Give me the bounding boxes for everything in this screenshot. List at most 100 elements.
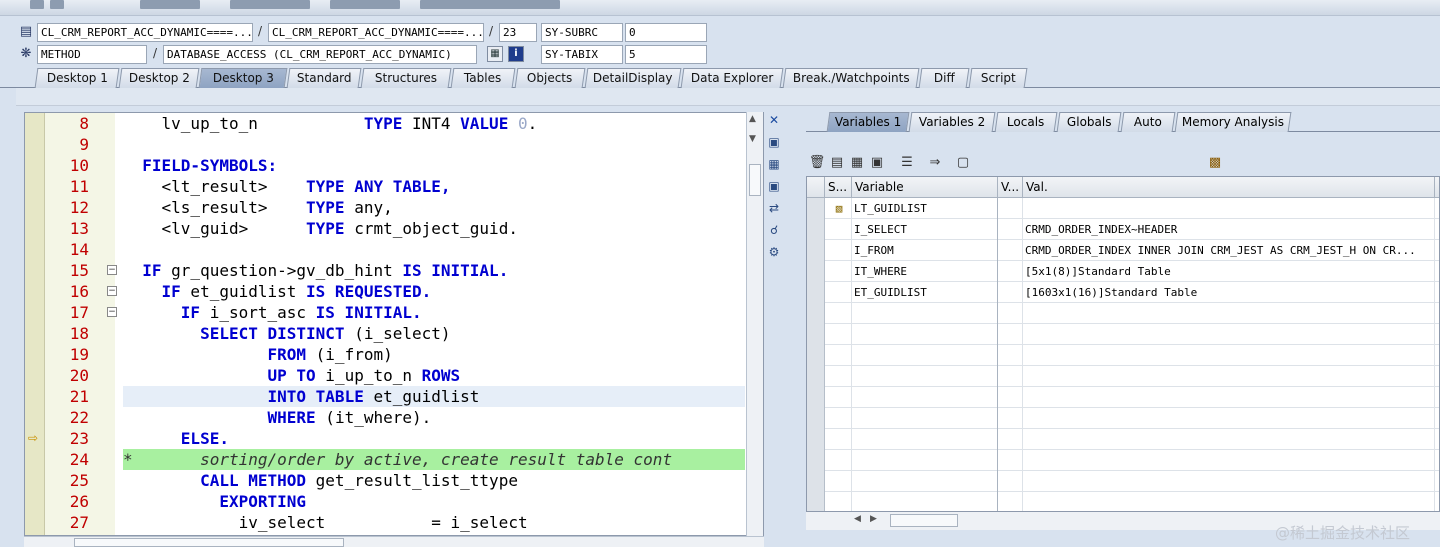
variable-value-cell[interactable] [1023,408,1435,429]
settings-icon[interactable]: ⚙ [766,244,782,260]
row-selector[interactable] [807,450,825,471]
new-tool-icon[interactable]: ▣ [766,134,782,150]
code-line[interactable]: <ls_result> TYPE any, [123,197,745,218]
code-line[interactable]: iv_select = i_select [123,512,745,533]
tab-standard[interactable]: Standard [286,68,362,88]
row-selector[interactable] [807,345,825,366]
row-selector[interactable] [807,366,825,387]
variable-value-cell[interactable] [1023,198,1435,219]
code-line[interactable]: EXPORTING [123,491,745,512]
toolbar-icon[interactable] [50,0,64,9]
code-line[interactable]: ELSE. [123,428,745,449]
code-line[interactable]: * sorting/order by active, create result… [123,449,745,470]
include-field[interactable]: CL_CRM_REPORT_ACC_DYNAMIC====... [268,23,484,42]
table-row[interactable]: ET_GUIDLIST [1603x1(16)]Standard Table [807,282,1439,303]
table-row[interactable]: I_SELECT CRMD_ORDER_INDEX~HEADER [807,219,1439,240]
tab-auto[interactable]: Auto [1120,112,1176,132]
code-line[interactable]: FROM (i_from) [123,344,745,365]
table-row[interactable] [807,492,1439,511]
tab-objects[interactable]: Objects [514,68,586,88]
row-selector[interactable] [807,198,825,219]
table-row[interactable]: I_FROM CRMD_ORDER_INDEX INNER JOIN CRM_JE… [807,240,1439,261]
variable-value-cell[interactable] [1023,324,1435,345]
editor-horizontal-scrollbar[interactable] [24,536,764,547]
sysfield-value-subrc[interactable]: 0 [625,23,707,42]
tab-locals[interactable]: Locals [994,112,1058,132]
column-header-status[interactable]: S... [825,177,852,198]
tab-desktop-2[interactable]: Desktop 2 [118,68,200,88]
sysfield-name-tabix[interactable]: SY-TABIX [541,45,623,64]
tab-tables[interactable]: Tables [450,68,516,88]
tab-data-explorer[interactable]: Data Explorer [680,68,784,88]
variable-name-cell[interactable] [852,324,998,345]
toolbar-button[interactable] [230,0,310,9]
row-selector[interactable] [807,282,825,303]
swap-icon[interactable]: ⇄ [766,200,782,216]
event-type-field[interactable]: METHOD [37,45,147,64]
tab-variables-2[interactable]: Variables 2 [908,112,996,132]
tab-structures[interactable]: Structures [360,68,452,88]
variable-name-cell[interactable] [852,408,998,429]
toolbar-button[interactable] [140,0,200,9]
save-icon[interactable]: ▩ [1206,154,1224,172]
row-selector[interactable] [807,261,825,282]
table-row[interactable] [807,471,1439,492]
code-line[interactable] [123,134,745,155]
variables-grid[interactable]: S... Variable V... Val. ▧ LT_GUIDLIST I_SE… [806,176,1440,512]
breakpoint-gutter[interactable] [25,113,45,535]
row-selector[interactable] [807,429,825,450]
fold-toggle-icon[interactable]: − [107,265,117,275]
code-line[interactable]: SELECT DISTINCT (i_select) [123,323,745,344]
variable-name-cell[interactable] [852,471,998,492]
table-row[interactable] [807,429,1439,450]
table-icon[interactable]: ▣ [868,154,886,172]
variable-name-cell[interactable]: ET_GUIDLIST [852,282,998,303]
scroll-left-icon[interactable]: ◀ [854,514,861,524]
column-header-variable[interactable]: Variable [852,177,998,198]
variable-value-cell[interactable] [1023,471,1435,492]
variable-name-cell[interactable] [852,492,998,511]
delete-icon[interactable]: 🗑 [808,154,826,172]
table-row[interactable]: IT_WHERE [5x1(8)]Standard Table [807,261,1439,282]
replace-tool-icon[interactable]: ▦ [766,156,782,172]
tab-variables-1[interactable]: Variables 1 [826,112,910,132]
variable-name-cell[interactable] [852,366,998,387]
variable-name-cell[interactable] [852,303,998,324]
tab-memory-analysis[interactable]: Memory Analysis [1174,112,1292,132]
close-icon[interactable]: ✕ [766,112,782,128]
toolbar-button[interactable] [420,0,560,9]
variable-value-cell[interactable] [1023,429,1435,450]
event-field[interactable]: DATABASE_ACCESS (CL_CRM_REPORT_ACC_DYNAM… [163,45,477,64]
code-line[interactable]: IF et_guidlist IS REQUESTED. [123,281,745,302]
services-icon[interactable]: ☌ [766,222,782,238]
sysfield-value-tabix[interactable]: 5 [625,45,707,64]
editor-vertical-scrollbar[interactable]: ▲ ▼ [746,112,763,536]
scroll-thumb[interactable] [890,514,958,527]
variable-name-cell[interactable]: I_SELECT [852,219,998,240]
variable-value-cell[interactable] [1023,366,1435,387]
list-icon[interactable]: ▤ [828,154,846,172]
code-line[interactable]: CALL METHOD get_result_list_ttype [123,470,745,491]
row-selector[interactable] [807,324,825,345]
transfer-icon[interactable]: ⇒ [926,154,944,172]
tab-desktop-1[interactable]: Desktop 1 [34,68,120,88]
variable-name-cell[interactable] [852,345,998,366]
folder-icon[interactable]: ▢ [954,154,972,172]
variable-name-cell[interactable]: IT_WHERE [852,261,998,282]
maximize-icon[interactable]: ▣ [766,178,782,194]
code-line[interactable]: INTO TABLE et_guidlist [123,386,745,407]
table-row[interactable] [807,366,1439,387]
code-line[interactable]: FIELD-SYMBOLS: [123,155,745,176]
row-selector[interactable] [807,219,825,240]
scroll-down-icon[interactable]: ▼ [749,134,756,144]
line-field[interactable]: 23 [499,23,537,42]
scroll-thumb[interactable] [74,538,344,547]
table-row[interactable] [807,408,1439,429]
document-icon[interactable]: ▦ [848,154,866,172]
table-row[interactable] [807,303,1439,324]
variable-name-cell[interactable] [852,429,998,450]
variable-value-cell[interactable] [1023,387,1435,408]
source-code-editor[interactable]: 8 lv_up_to_n TYPE INT4 VALUE 0. 9 10 FIELD… [24,112,764,536]
scroll-up-icon[interactable]: ▲ [749,114,756,124]
variable-value-cell[interactable]: [1603x1(16)]Standard Table [1023,282,1435,303]
